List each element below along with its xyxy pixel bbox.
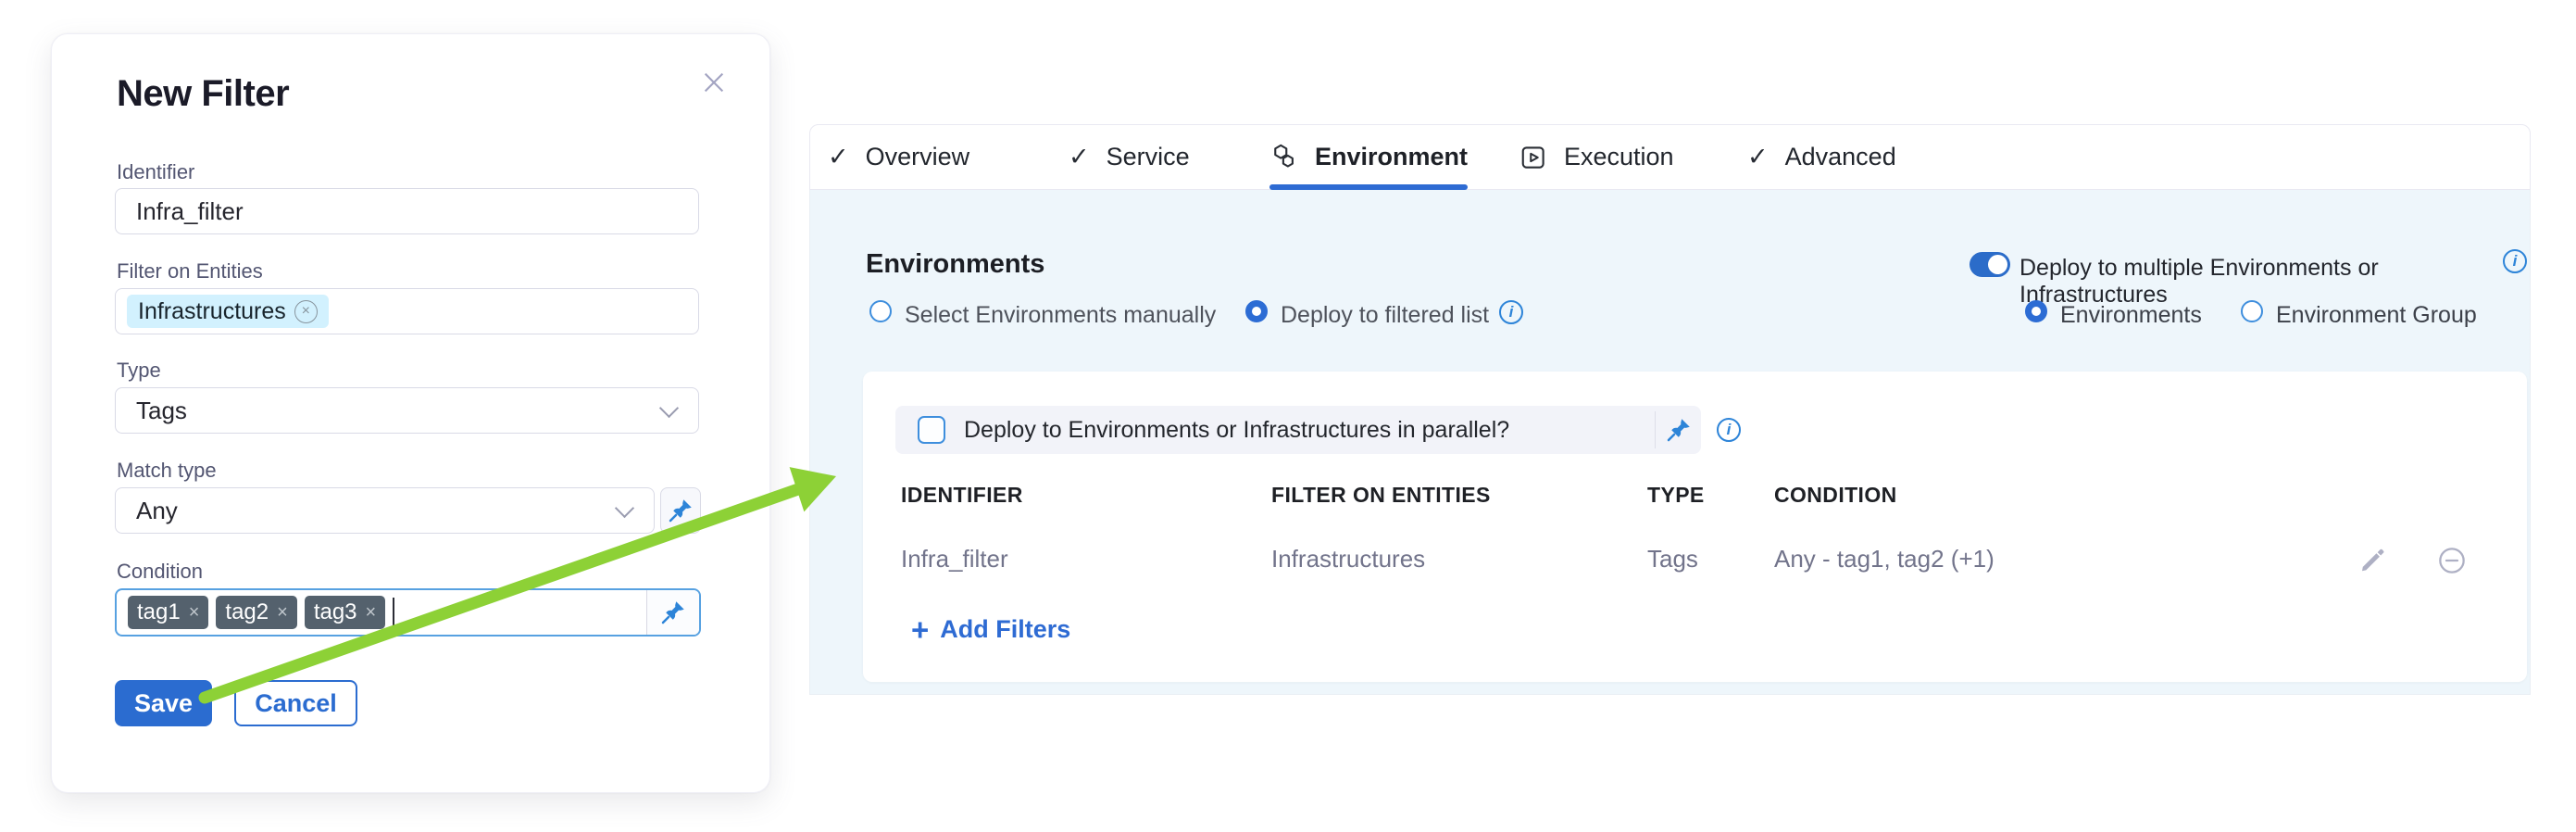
- pin-icon: [659, 599, 687, 626]
- condition-label: Condition: [117, 560, 203, 584]
- tag-label: tag1: [137, 599, 181, 625]
- radio-environments-label: Environments: [2060, 302, 2202, 329]
- condition-input[interactable]: tag1 × tag2 × tag3 ×: [115, 588, 701, 637]
- condition-tag: tag1 ×: [128, 596, 208, 629]
- parallel-label: Deploy to Environments or Infrastructure…: [964, 417, 1509, 444]
- row-type: Tags: [1647, 545, 1698, 574]
- radio-environment-group-label: Environment Group: [2276, 302, 2477, 329]
- edit-pencil-icon[interactable]: [2358, 546, 2388, 575]
- condition-tag: tag2 ×: [216, 596, 296, 629]
- match-type-value: Any: [136, 497, 178, 525]
- close-icon[interactable]: [695, 64, 732, 101]
- parallel-checkbox[interactable]: [918, 416, 945, 444]
- info-icon[interactable]: i: [1499, 300, 1523, 324]
- radio-select-manually[interactable]: [869, 300, 892, 322]
- environment-panel: Environments Select Environments manuall…: [809, 190, 2531, 695]
- condition-pin-button[interactable]: [646, 590, 699, 635]
- entities-label: Filter on Entities: [117, 259, 263, 284]
- parallel-bar: Deploy to Environments or Infrastructure…: [895, 406, 1701, 454]
- remove-chip-icon[interactable]: ×: [294, 300, 318, 323]
- radio-deploy-filtered-label: Deploy to filtered list: [1281, 302, 1489, 329]
- identifier-label: Identifier: [117, 160, 194, 184]
- identifier-value: Infra_filter: [136, 197, 244, 226]
- page: New Filter Identifier Infra_filter Filte…: [0, 0, 2576, 832]
- deploy-multiple-toggle[interactable]: [1970, 252, 2010, 277]
- modal-title: New Filter: [117, 73, 289, 115]
- remove-row-icon[interactable]: [2437, 546, 2467, 575]
- tab-service[interactable]: ✓ Service: [1069, 125, 1190, 189]
- row-filter-on-entities: Infrastructures: [1271, 545, 1425, 574]
- new-filter-modal: New Filter Identifier Infra_filter Filte…: [51, 33, 770, 793]
- check-icon: ✓: [1069, 145, 1090, 170]
- tag-label: tag3: [314, 599, 357, 625]
- info-icon[interactable]: i: [1717, 418, 1741, 442]
- entities-chip-label: Infrastructures: [138, 298, 286, 325]
- radio-deploy-filtered[interactable]: [1245, 300, 1268, 322]
- remove-tag-icon[interactable]: ×: [189, 603, 200, 622]
- save-button[interactable]: Save: [115, 680, 212, 726]
- match-type-select[interactable]: Any: [115, 487, 655, 534]
- col-header-identifier: IDENTIFIER: [901, 483, 1023, 508]
- tab-overview[interactable]: ✓ Overview: [828, 125, 969, 189]
- add-filters-button[interactable]: + Add Filters: [911, 614, 1070, 645]
- match-type-pin-button[interactable]: [660, 487, 701, 534]
- parallel-pin-button[interactable]: [1656, 416, 1701, 444]
- match-type-label: Match type: [117, 459, 217, 483]
- type-value: Tags: [136, 397, 187, 425]
- stage-tabbar: ✓ Overview ✓ Service Environment Executi…: [809, 124, 2531, 190]
- row-identifier: Infra_filter: [901, 545, 1008, 574]
- toggle-knob: [1988, 255, 2007, 274]
- chevron-down-icon: [615, 498, 634, 517]
- row-condition: Any - tag1, tag2 (+1): [1774, 545, 1995, 574]
- info-icon[interactable]: i: [2503, 249, 2527, 273]
- radio-environments[interactable]: [2025, 300, 2047, 322]
- cancel-button[interactable]: Cancel: [234, 680, 357, 726]
- filters-card: Deploy to Environments or Infrastructure…: [863, 372, 2527, 682]
- col-header-type: TYPE: [1647, 483, 1705, 508]
- tag-label: tag2: [225, 599, 269, 625]
- plus-icon: +: [911, 614, 929, 645]
- check-icon: ✓: [1747, 145, 1769, 170]
- entities-chip: Infrastructures ×: [127, 295, 329, 328]
- col-header-condition: CONDITION: [1774, 483, 1897, 508]
- deploy-multiple-label: Deploy to multiple Environments or Infra…: [2020, 255, 2530, 309]
- condition-tag: tag3 ×: [305, 596, 385, 629]
- environments-heading: Environments: [866, 249, 1044, 280]
- tab-execution[interactable]: Execution: [1519, 125, 1674, 189]
- hexagons-icon: [1270, 144, 1298, 171]
- tab-environment[interactable]: Environment: [1270, 125, 1468, 189]
- identifier-input[interactable]: Infra_filter: [115, 188, 699, 234]
- pin-icon: [1665, 416, 1693, 444]
- check-icon: ✓: [828, 145, 849, 170]
- radio-select-manually-label: Select Environments manually: [905, 302, 1216, 329]
- radio-environment-group[interactable]: [2241, 300, 2263, 322]
- chevron-down-icon: [659, 397, 679, 417]
- type-select[interactable]: Tags: [115, 387, 699, 434]
- col-header-filter-on-entities: FILTER ON ENTITIES: [1271, 483, 1491, 508]
- entities-input[interactable]: Infrastructures ×: [115, 288, 699, 334]
- pin-icon: [667, 497, 694, 524]
- text-cursor: [393, 598, 394, 627]
- remove-tag-icon[interactable]: ×: [277, 603, 288, 622]
- play-square-icon: [1519, 144, 1547, 171]
- type-label: Type: [117, 359, 161, 383]
- tab-advanced[interactable]: ✓ Advanced: [1747, 125, 1896, 189]
- remove-tag-icon[interactable]: ×: [366, 603, 377, 622]
